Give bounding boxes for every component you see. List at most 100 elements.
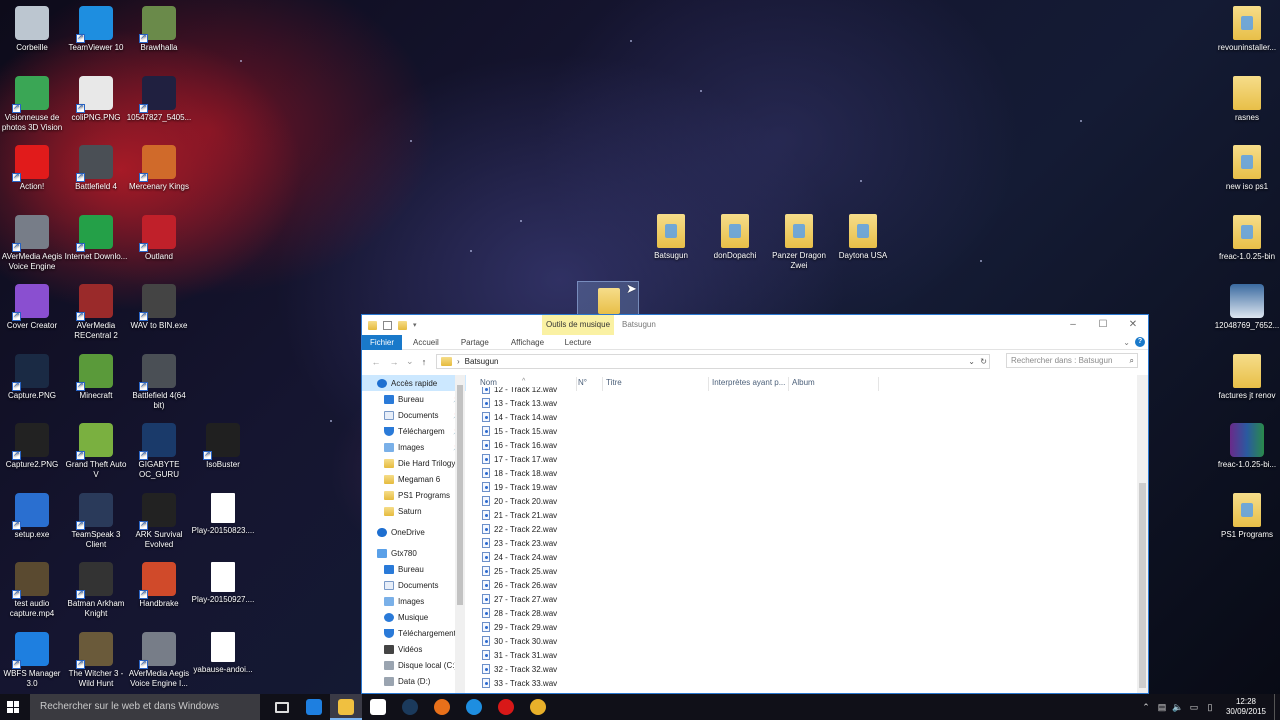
back-icon[interactable]: ← [370, 357, 382, 367]
desktop-icon-action[interactable]: Action! [0, 145, 65, 192]
file-row[interactable]: 33 - Track 33.wav [466, 676, 1136, 690]
desktop-icon-freac-1-0-25-bin[interactable]: freac-1.0.25-bin [1214, 214, 1280, 262]
file-row[interactable]: 12 - Track 12.wav [466, 387, 1136, 396]
file-row[interactable]: 22 - Track 22.wav [466, 522, 1136, 536]
file-row[interactable]: 14 - Track 14.wav [466, 410, 1136, 424]
desktop-icon-minecraft[interactable]: Minecraft [63, 353, 129, 401]
taskbar-app-firefox[interactable] [426, 694, 458, 720]
keyboard-icon[interactable]: ▭ [1188, 702, 1200, 713]
desktop-icon-avermedia-aegis-voice-engine-i[interactable]: AVerMedia Aegis Voice Engine I... [126, 631, 192, 689]
file-row[interactable]: 26 - Track 26.wav [466, 578, 1136, 592]
taskbar-app-action[interactable] [490, 694, 522, 720]
file-row[interactable]: 25 - Track 25.wav [466, 564, 1136, 578]
file-row[interactable]: 15 - Track 15.wav [466, 424, 1136, 438]
desktop-icon-10547827-5405[interactable]: 10547827_5405... [126, 75, 192, 123]
desktop-icon-test-audio-capture-mp4[interactable]: test audio capture.mp4 [0, 562, 65, 619]
breadcrumb-separator-icon[interactable]: › [457, 357, 460, 366]
desktop-icon-gigabyte-oc-guru[interactable]: GIGABYTE OC_GURU [126, 423, 192, 480]
nav-item-images[interactable]: Images [362, 593, 466, 609]
nav-item-bureau[interactable]: Bureau [362, 561, 466, 577]
file-row[interactable]: 16 - Track 16.wav [466, 438, 1136, 452]
start-button[interactable] [0, 694, 26, 720]
show-desktop-button[interactable] [1274, 694, 1280, 720]
desktop-folder-batsugun[interactable]: Batsugun [638, 214, 704, 261]
file-row[interactable]: 31 - Track 31.wav [466, 648, 1136, 662]
desktop-icon-internet-downlo[interactable]: Internet Downlo... [63, 214, 129, 262]
refresh-icon[interactable]: ↻ [980, 357, 987, 366]
desktop-icon-isobuster[interactable]: IsoBuster [190, 423, 256, 470]
nav-item-vid-os[interactable]: Vidéos [362, 641, 466, 657]
file-row[interactable]: 20 - Track 20.wav [466, 494, 1136, 508]
file-row[interactable]: 29 - Track 29.wav [466, 620, 1136, 634]
notifications-icon[interactable]: ▯ [1204, 702, 1216, 713]
new-folder-icon[interactable] [398, 320, 407, 330]
desktop-icon-yabause-andoi[interactable]: yabause-andoi... [190, 631, 256, 675]
tab-accueil[interactable]: Accueil [402, 335, 450, 350]
desktop-icon-mercenary-kings[interactable]: Mercenary Kings [126, 145, 192, 192]
network-icon[interactable]: ▤ [1156, 702, 1168, 713]
file-row[interactable]: 13 - Track 13.wav [466, 396, 1136, 410]
taskbar-app-task-view[interactable] [266, 694, 298, 720]
column-titre[interactable]: Titre [606, 378, 622, 387]
nav-item-onedrive[interactable]: OneDrive [362, 524, 466, 540]
breadcrumb[interactable]: Batsugun [465, 357, 499, 366]
desktop-icon-avermedia-recentral-2[interactable]: AVerMedia RECentral 2 [63, 284, 129, 341]
desktop-icon-batman-arkham-knight[interactable]: Batman Arkham Knight [63, 562, 129, 619]
clock[interactable]: 12:28 30/09/2015 [1218, 697, 1274, 717]
file-row[interactable]: 21 - Track 21.wav [466, 508, 1136, 522]
desktop-icon-handbrake[interactable]: Handbrake [126, 562, 192, 609]
desktop-icon-play-20150823[interactable]: Play-20150823.... [190, 492, 256, 536]
desktop-icon-new-iso-ps1[interactable]: new iso ps1 [1214, 145, 1280, 192]
explorer-window[interactable]: ▾ Outils de musique Batsugun – ☐ ✕ Fichi… [361, 314, 1149, 694]
file-row[interactable]: 23 - Track 23.wav [466, 536, 1136, 550]
desktop-icon-ps1-programs[interactable]: PS1 Programs [1214, 492, 1280, 540]
volume-icon[interactable]: 🔈 [1172, 702, 1184, 713]
desktop-icon-factures-jt-renov[interactable]: factures jt renov [1214, 353, 1280, 401]
desktop-icon-corbeille[interactable]: Corbeille [0, 6, 65, 53]
taskbar-app-steam[interactable] [394, 694, 426, 720]
desktop-icon-freac-1-0-25-bi[interactable]: freac-1.0.25-bi... [1214, 423, 1280, 470]
tab-partage[interactable]: Partage [450, 335, 500, 350]
tray-chevron-icon[interactable]: ⌃ [1140, 702, 1152, 713]
desktop-icon-outland[interactable]: Outland [126, 214, 192, 262]
nav-item-die-hard-trilogy[interactable]: Die Hard Trilogy [362, 455, 466, 471]
file-scrollbar[interactable] [1137, 375, 1148, 693]
nav-item-t-l-chargem[interactable]: Téléchargem📌 [362, 423, 466, 439]
nav-item-ps1-programs[interactable]: PS1 Programs [362, 487, 466, 503]
file-row[interactable]: 28 - Track 28.wav [466, 606, 1136, 620]
nav-item-data-d[interactable]: Data (D:) [362, 673, 466, 689]
title-bar[interactable]: ▾ Outils de musique Batsugun – ☐ ✕ [362, 315, 1148, 335]
up-icon[interactable]: ↑ [418, 357, 430, 367]
desktop-icon-battlefield-4-64-bit[interactable]: Battlefield 4(64 bit) [126, 353, 192, 411]
nav-item-images[interactable]: Images📌 [362, 439, 466, 455]
tab-fichier[interactable]: Fichier [362, 334, 403, 350]
address-dropdown-icon[interactable]: ⌄ [968, 357, 975, 366]
file-row[interactable]: 27 - Track 27.wav [466, 592, 1136, 606]
minimize-button[interactable]: – [1058, 315, 1088, 335]
taskbar-app-teamviewer[interactable] [458, 694, 490, 720]
nav-item-t-l-chargement[interactable]: Téléchargement [362, 625, 466, 641]
desktop-icon-rasnes[interactable]: rasnes [1214, 75, 1280, 123]
desktop-icon-wav-to-bin-exe[interactable]: WAV to BIN.exe [126, 284, 192, 331]
file-row[interactable]: 32 - Track 32.wav [466, 662, 1136, 676]
desktop-icon-battlefield-4[interactable]: Battlefield 4 [63, 145, 129, 192]
desktop-icon-ark-survival-evolved[interactable]: ARK Survival Evolved [126, 492, 192, 550]
desktop-icon-grand-theft-auto-v[interactable]: Grand Theft Auto V [63, 423, 129, 480]
column-interpretes[interactable]: Interprètes ayant p... [712, 378, 785, 387]
desktop-icon-the-witcher-3-wild-hunt[interactable]: The Witcher 3 - Wild Hunt [63, 631, 129, 689]
customize-icon[interactable]: ▾ [413, 321, 422, 330]
file-row[interactable]: 18 - Track 18.wav [466, 466, 1136, 480]
nav-scrollbar[interactable] [455, 375, 465, 693]
nav-item-disque-local-c[interactable]: Disque local (C:) [362, 657, 466, 673]
file-row[interactable]: 24 - Track 24.wav [466, 550, 1136, 564]
ribbon-expand-icon[interactable]: ⌄ [1123, 335, 1130, 350]
desktop-icon-12048769-7652[interactable]: 12048769_7652... [1214, 284, 1280, 331]
desktop-icon-wbfs-manager-3-0[interactable]: WBFS Manager 3.0 [0, 631, 65, 689]
column-album[interactable]: Album [792, 378, 815, 387]
file-row[interactable]: 19 - Track 19.wav [466, 480, 1136, 494]
forward-icon[interactable]: → [388, 357, 400, 367]
taskbar-search-input[interactable]: Rechercher sur le web et dans Windows [30, 694, 260, 720]
column-numero[interactable]: N° [578, 378, 587, 387]
properties-icon[interactable] [383, 320, 392, 330]
desktop-folder-dondopachi[interactable]: donDopachi [702, 214, 768, 261]
